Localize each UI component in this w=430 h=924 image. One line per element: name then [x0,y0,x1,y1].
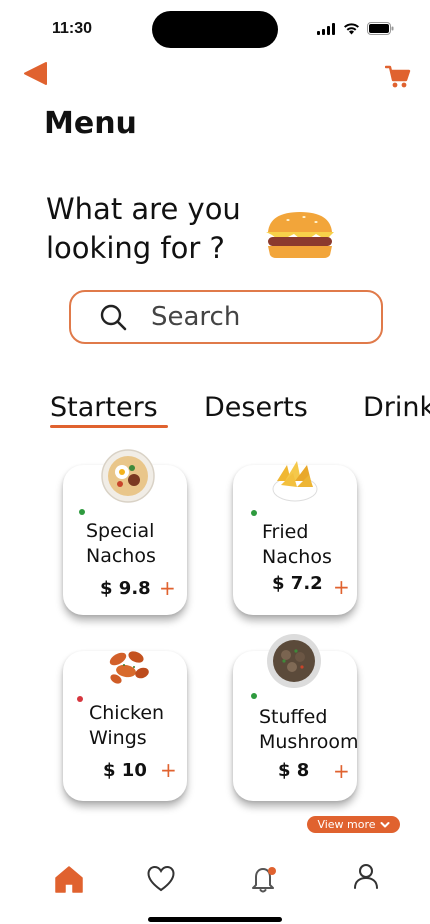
bottom-nav [0,860,430,900]
user-icon[interactable] [352,862,380,890]
wifi-icon [344,22,359,34]
status-bar: 11:30 [0,0,430,60]
special-nachos-image [101,449,155,503]
item-price: $ 10 [103,760,147,781]
item-price: $ 9.8 [100,578,151,599]
item-price: $ 8 [278,760,310,781]
tab-drinks[interactable]: Drinks [363,392,430,423]
home-icon[interactable] [54,864,84,894]
signal-icon [317,22,335,35]
status-icons [317,22,394,35]
add-to-cart-button[interactable]: + [333,759,350,783]
headline-line1: What are you [46,192,241,226]
view-more-label: View more [317,818,376,831]
search-icon [100,304,127,331]
fried-nachos-image [272,461,318,502]
stuffed-mushroom-image [267,634,321,688]
item-name: Fried Nachos [262,521,332,568]
dynamic-island [152,11,278,48]
item-name: Stuffed Mushroom [259,706,359,753]
item-price: $ 7.2 [272,573,323,594]
menu-card-special-nachos[interactable]: Special Nachos $ 9.8 + [63,449,187,615]
search-box[interactable] [69,290,383,344]
veg-indicator [251,693,257,699]
burger-icon [266,212,334,258]
add-to-cart-button[interactable]: + [160,758,177,782]
battery-icon [367,22,394,35]
item-name: Chicken Wings [89,702,165,749]
veg-indicator [251,510,257,516]
cart-icon[interactable] [385,64,411,90]
status-time: 11:30 [52,20,93,37]
menu-card-chicken-wings[interactable]: Chicken Wings $ 10 + [63,651,187,801]
back-arrow-icon[interactable] [22,60,50,88]
tab-deserts[interactable]: Deserts [204,392,308,423]
search-input[interactable] [151,302,351,332]
item-name: Special Nachos [86,520,156,567]
tab-starters[interactable]: Starters [50,392,158,423]
heart-icon[interactable] [147,865,175,893]
bell-icon[interactable] [248,862,280,894]
headline: What are you looking for ? [46,190,241,268]
notification-badge [268,867,276,875]
home-indicator [148,917,282,922]
add-to-cart-button[interactable]: + [159,576,176,600]
veg-indicator [79,509,85,515]
view-more-button[interactable]: View more [307,816,400,833]
active-tab-indicator [50,425,168,428]
headline-line2: looking for ? [46,231,225,265]
chevron-down-icon [380,821,390,827]
category-tabs: Starters Deserts Drinks [50,392,430,432]
add-to-cart-button[interactable]: + [333,575,350,599]
menu-card-fried-nachos[interactable]: Fried Nachos $ 7.2 + [233,461,357,615]
non-veg-indicator [77,696,83,702]
menu-card-stuffed-mushroom[interactable]: Stuffed Mushroom $ 8 + [233,634,359,801]
chicken-wings-image [109,651,149,684]
page-title: Menu [44,106,137,141]
